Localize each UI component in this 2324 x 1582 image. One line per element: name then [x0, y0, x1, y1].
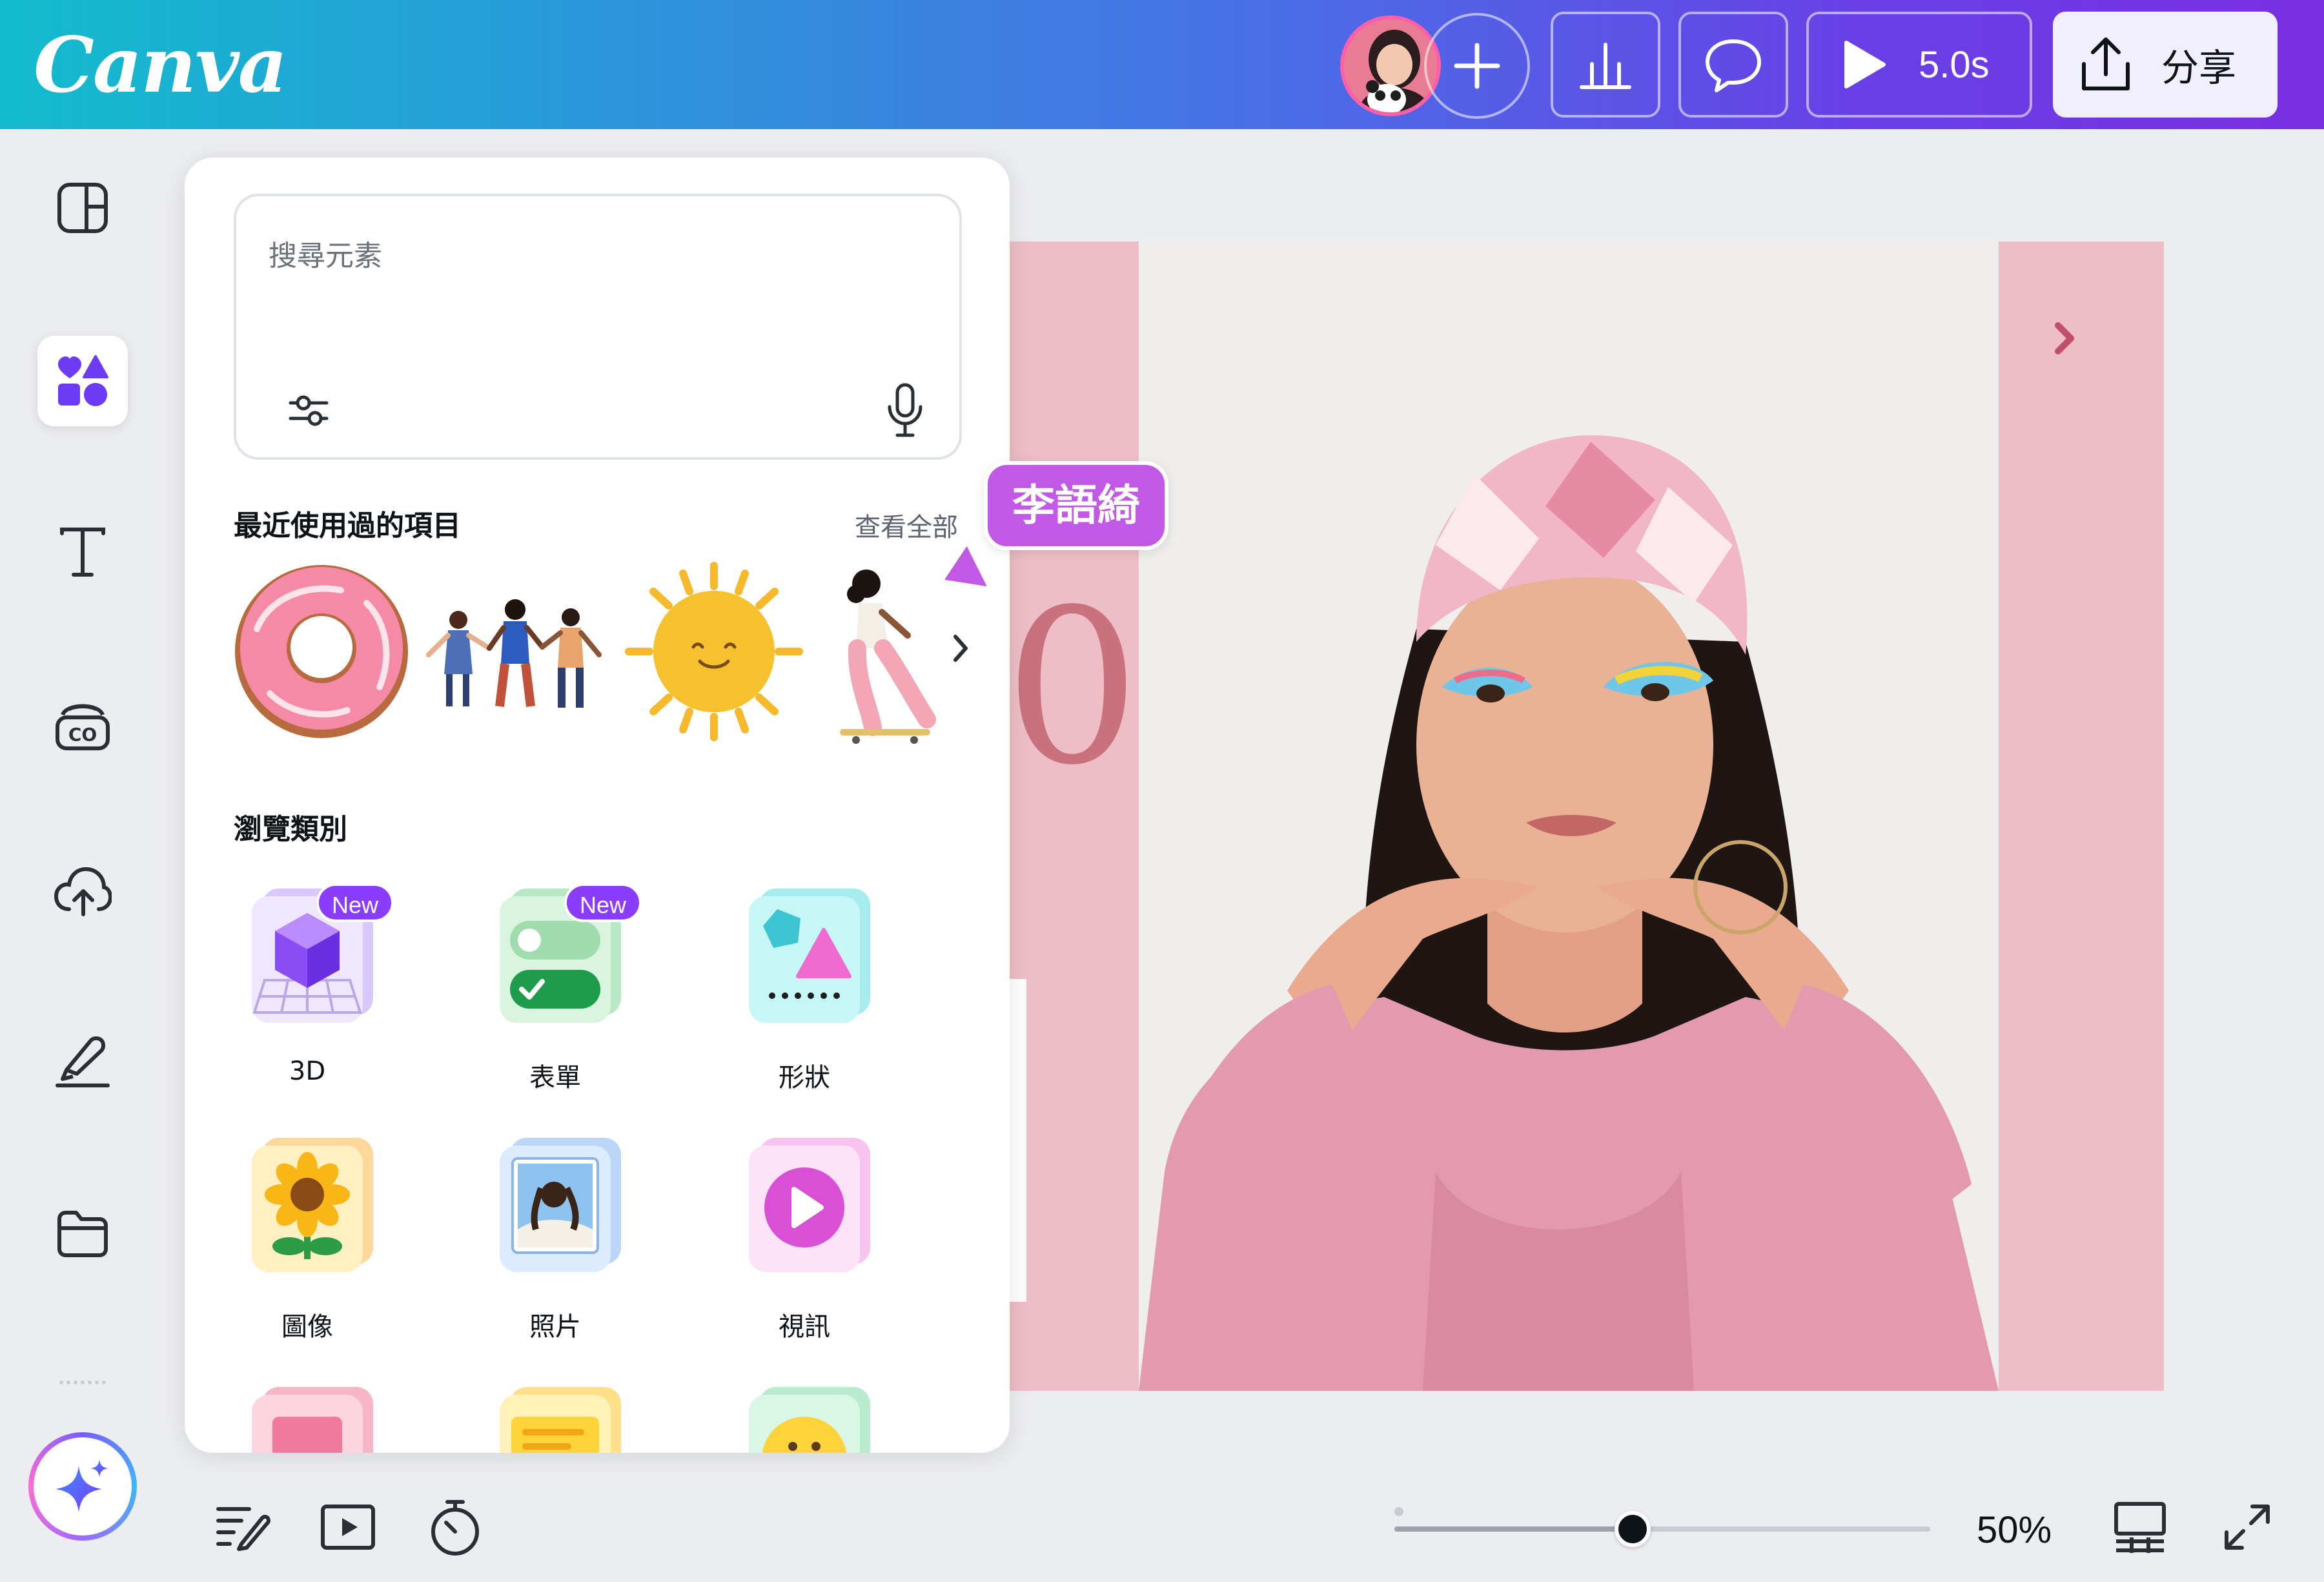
category-graphics[interactable]: 圖像 [210, 1133, 404, 1352]
category-3d[interactable]: New 3D [210, 883, 404, 1103]
audio-icon [252, 1387, 373, 1453]
fullscreen-icon [2225, 1505, 2270, 1550]
search-box [234, 194, 962, 460]
search-input[interactable] [269, 230, 850, 282]
collaborator-name-tag: 李語綺 [984, 461, 1168, 550]
bar-chart-icon [1580, 43, 1631, 89]
recent-next-arrow[interactable] [940, 622, 981, 674]
people-holding-hands [426, 599, 602, 708]
play-duration: 5.0s [1919, 43, 1990, 86]
layout-icon [57, 183, 108, 233]
add-collaborator-button[interactable] [1424, 13, 1530, 119]
magic-assistant-button[interactable] [28, 1432, 137, 1541]
pen-icon [56, 1036, 110, 1087]
svg-text:CO: CO [68, 724, 97, 745]
share-button[interactable]: 分享 [2053, 12, 2278, 118]
sticky-note-icon [500, 1387, 621, 1453]
rail-divider [59, 1381, 106, 1384]
category-tables[interactable] [458, 1382, 652, 1453]
rail-item-brand[interactable]: CO [37, 679, 128, 770]
sunflower-icon [252, 1138, 373, 1272]
chevron-right-icon [953, 635, 968, 662]
shapes-tile-icon [749, 889, 870, 1023]
category-label: 3D [289, 1056, 326, 1086]
grid-view-icon [2114, 1502, 2166, 1553]
video-play-icon [749, 1138, 870, 1272]
share-label: 分享 [2161, 47, 2237, 89]
speech-bubble-icon [1706, 39, 1761, 92]
category-label: 圖像 [281, 1312, 333, 1342]
category-shapes[interactable]: 形狀 [708, 883, 901, 1103]
rail-item-elements[interactable] [37, 336, 128, 426]
timer-button[interactable] [426, 1498, 484, 1556]
recent-section-title: 最近使用過的項目 [234, 509, 461, 542]
portrait-photo[interactable] [1139, 241, 1999, 1391]
category-stickers[interactable] [708, 1382, 901, 1453]
category-videos[interactable]: 視訊 [708, 1133, 901, 1352]
plus-icon [1454, 43, 1500, 89]
shapes-icon [58, 355, 108, 406]
page-next-chevron-icon[interactable] [2052, 320, 2077, 356]
zoom-slider-thumb[interactable] [1614, 1511, 1651, 1547]
category-label: 形狀 [779, 1063, 830, 1093]
collaborator-cursor-icon [939, 540, 992, 591]
zoom-slider-fill [1394, 1526, 1633, 1532]
insights-button[interactable] [1551, 12, 1660, 118]
elements-panel: 最近使用過的項目 查看全部 [185, 158, 1010, 1453]
rail-item-draw[interactable] [37, 1015, 128, 1105]
donut-sticker [235, 565, 408, 738]
timer-icon [431, 1500, 479, 1556]
recent-item-sun[interactable] [624, 558, 804, 745]
page-white-strip [1010, 979, 1026, 1302]
new-badge: New [316, 883, 394, 922]
zoom-slider-track[interactable] [1394, 1526, 1930, 1532]
present-mode-button[interactable] [319, 1498, 377, 1556]
brand-kit-icon: CO [56, 704, 110, 750]
microphone-icon[interactable] [882, 381, 928, 439]
rail-item-text[interactable] [37, 506, 128, 597]
zoom-level[interactable]: 50% [1969, 1505, 2059, 1556]
fullscreen-button[interactable] [2218, 1498, 2276, 1556]
zoom-min-dot [1394, 1507, 1403, 1516]
rail-item-uploads[interactable] [37, 846, 128, 936]
text-icon [60, 528, 105, 577]
upload-icon [2082, 37, 2130, 90]
emoji-icon [749, 1387, 870, 1453]
category-label: 視訊 [779, 1312, 830, 1342]
notes-icon [216, 1507, 270, 1551]
sparkle-icon [56, 1459, 108, 1512]
smiling-sun [625, 562, 803, 741]
present-play-button[interactable]: 5.0s [1806, 12, 2032, 118]
portrait-image [1139, 241, 1999, 1391]
cloud-upload-icon [54, 867, 112, 916]
category-photos[interactable]: 照片 [458, 1133, 652, 1352]
recent-item-people[interactable] [425, 558, 606, 745]
play-icon [1844, 41, 1886, 88]
photo-icon [500, 1138, 621, 1272]
page-number-fragment: 0 [1004, 564, 1140, 812]
top-bar: Canva 5.0s 分享 [0, 0, 2324, 129]
magic-button-inner [34, 1437, 132, 1536]
rail-item-projects[interactable] [37, 1188, 128, 1279]
rail-item-design[interactable] [37, 163, 128, 253]
category-audio[interactable] [210, 1382, 404, 1453]
category-label: 照片 [529, 1312, 581, 1342]
present-icon [321, 1505, 375, 1550]
new-badge: New [564, 883, 642, 922]
category-forms[interactable]: New 表單 [458, 883, 652, 1103]
grid-view-button[interactable] [2111, 1498, 2169, 1556]
recent-item-donut[interactable] [231, 558, 412, 745]
notes-button[interactable] [214, 1498, 272, 1556]
folder-icon [57, 1211, 108, 1257]
browse-section-title: 瀏覽類別 [234, 813, 347, 846]
category-label: 表單 [529, 1063, 581, 1093]
comment-button[interactable] [1678, 12, 1788, 118]
canva-logo[interactable]: Canva [34, 17, 287, 114]
filter-icon[interactable] [285, 387, 332, 434]
